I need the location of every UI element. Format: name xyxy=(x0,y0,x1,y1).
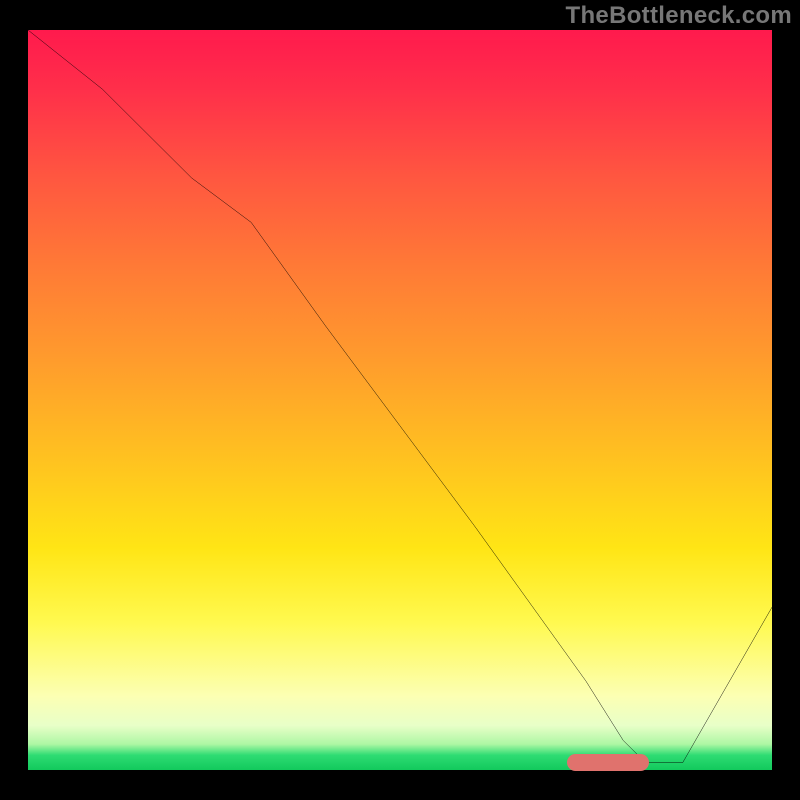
plot-area xyxy=(28,30,772,770)
bottleneck-curve xyxy=(28,30,772,770)
chart-frame: TheBottleneck.com xyxy=(0,0,800,800)
curve-path xyxy=(28,30,772,763)
minimum-marker xyxy=(567,754,649,771)
watermark-text: TheBottleneck.com xyxy=(566,2,792,30)
